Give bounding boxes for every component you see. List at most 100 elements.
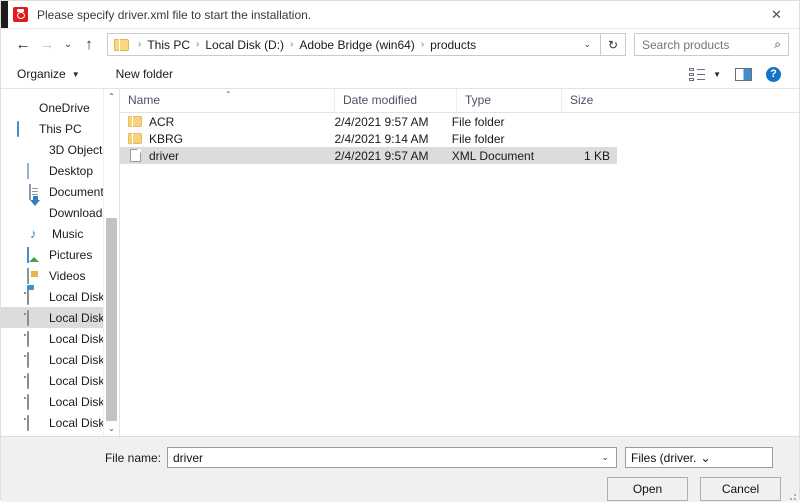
sidebar-item-this-pc[interactable]: This PC: [1, 118, 119, 139]
music-icon: ♪: [30, 225, 37, 241]
sidebar-item-downloads[interactable]: Downloads: [1, 199, 119, 223]
sidebar-item-onedrive[interactable]: OneDrive: [1, 97, 119, 118]
file-name-label: KBRG: [149, 131, 184, 146]
chevron-down-icon: ⌄: [700, 450, 711, 465]
breadcrumb-separator-2: ›: [290, 39, 294, 50]
command-bar-right: ▼ ?: [689, 66, 781, 82]
sidebar-item-local-disk-c[interactable]: Local Disk (C:): [1, 286, 119, 307]
filename-field[interactable]: ⌄: [167, 447, 617, 468]
table-row[interactable]: KBRG 2/4/2021 9:14 AM File folder: [120, 130, 617, 147]
breadcrumb-separator-0: ›: [138, 39, 142, 50]
sidebar-scrollbar[interactable]: ⌃ ⌄: [103, 89, 119, 436]
table-row[interactable]: driver 2/4/2021 9:57 AM XML Document 1 K…: [120, 147, 617, 164]
file-type-cell: XML Document: [451, 148, 535, 163]
breadcrumb-separator-1: ›: [196, 39, 200, 50]
command-bar: Organize ▼ New folder ▼ ?: [1, 60, 799, 89]
chevron-down-icon[interactable]: ⌄: [574, 39, 600, 50]
sidebar-item-label: Downloads: [49, 205, 109, 220]
refresh-icon[interactable]: ↻: [601, 33, 626, 56]
table-row[interactable]: ACR 2/4/2021 9:57 AM File folder: [120, 113, 617, 130]
folder-icon: [128, 133, 142, 144]
folder-icon: [114, 38, 129, 51]
file-name-label: driver: [149, 148, 180, 163]
sidebar-item-music[interactable]: ♪ Music: [1, 223, 119, 244]
scroll-up-icon[interactable]: ⌃: [104, 89, 119, 104]
sort-ascending-icon: ⌃: [225, 90, 232, 99]
help-icon[interactable]: ?: [766, 66, 781, 82]
sidebar-item-label: Music: [52, 226, 84, 241]
filename-label: File name:: [104, 450, 161, 465]
scroll-down-icon[interactable]: ⌄: [104, 421, 119, 436]
system-drive-icon: [27, 288, 43, 305]
breadcrumb-item-products[interactable]: products: [428, 38, 478, 52]
file-name-cell: driver: [120, 149, 326, 163]
file-name-cell: KBRG: [120, 132, 326, 146]
desktop-icon: [27, 162, 43, 179]
drive-icon: [27, 393, 43, 410]
column-header-date-modified[interactable]: Date modified: [335, 89, 457, 112]
search-box[interactable]: ⌕: [634, 33, 789, 56]
column-header-size[interactable]: Size: [562, 89, 637, 112]
sidebar-item-local-disk-e[interactable]: Local Disk (E:): [1, 328, 119, 349]
breadcrumb-separator-3: ›: [420, 39, 425, 50]
file-date-cell: 2/4/2021 9:57 AM: [334, 114, 429, 129]
organize-button[interactable]: Organize ▼: [17, 67, 80, 81]
file-open-dialog: Please specify driver.xml file to start …: [0, 0, 800, 502]
back-button[interactable]: ←: [11, 33, 35, 57]
breadcrumb[interactable]: › This PC › Local Disk (D:) › Adobe Brid…: [107, 33, 601, 56]
file-name-cell: ACR: [120, 115, 326, 129]
breadcrumb-item-adobe-bridge[interactable]: Adobe Bridge (win64): [297, 38, 416, 52]
resize-grip-icon[interactable]: [786, 490, 796, 500]
scrollbar-thumb[interactable]: [106, 218, 117, 421]
videos-icon: [27, 267, 43, 284]
sidebar-item-local-disk-d[interactable]: Local Disk (D:): [1, 307, 119, 328]
title-bar: Please specify driver.xml file to start …: [1, 1, 799, 29]
chevron-down-icon[interactable]: ⌄: [594, 452, 616, 463]
sidebar-item-3d-objects[interactable]: 3D Objects: [1, 139, 119, 160]
titlebar-left-edge: [1, 1, 8, 28]
dialog-title: Please specify driver.xml file to start …: [37, 7, 312, 22]
sidebar-item-local-disk-g[interactable]: Local Disk (G:): [1, 370, 119, 391]
drive-icon: [27, 309, 43, 326]
new-folder-button[interactable]: New folder: [116, 67, 173, 81]
breadcrumb-item-this-pc[interactable]: This PC: [145, 38, 192, 52]
view-options-icon[interactable]: [689, 67, 706, 81]
file-name-label: ACR: [149, 114, 175, 129]
drive-icon: [27, 372, 43, 389]
3d-objects-icon: [27, 143, 43, 157]
cancel-button[interactable]: Cancel: [700, 477, 781, 501]
sidebar-item-desktop[interactable]: Desktop: [1, 160, 119, 181]
column-headers: Name Date modified Type Size ⌃: [120, 89, 799, 113]
sidebar-item-local-disk-i[interactable]: Local Disk (I:): [1, 412, 119, 433]
file-type-cell: File folder: [451, 131, 505, 146]
chevron-down-icon[interactable]: ▼: [713, 70, 721, 79]
preview-pane-icon[interactable]: [735, 67, 752, 81]
navigation-pane: OneDrive This PC 3D Objects Desktop Docu…: [1, 89, 119, 436]
sidebar-item-videos[interactable]: Videos: [1, 265, 119, 286]
column-header-type[interactable]: Type: [457, 89, 562, 112]
sidebar-item-documents[interactable]: Documents: [1, 181, 119, 202]
sidebar-item-label: Documents: [49, 184, 110, 199]
close-icon[interactable]: ✕: [754, 1, 799, 28]
recent-locations-button[interactable]: ⌄: [59, 33, 77, 57]
dialog-buttons: Open Cancel: [1, 468, 799, 501]
folder-icon: [128, 116, 142, 127]
cloud-icon: [17, 101, 33, 115]
search-input[interactable]: [635, 36, 768, 53]
forward-button[interactable]: →: [35, 33, 59, 57]
up-button[interactable]: ↑: [77, 33, 101, 57]
open-button[interactable]: Open: [607, 477, 688, 501]
file-type-filter-dropdown[interactable]: Files (driver.xml) ⌄: [625, 447, 773, 468]
chevron-down-icon: ▼: [71, 69, 80, 79]
sidebar-item-label: Desktop: [49, 163, 94, 178]
file-date-cell: 2/4/2021 9:14 AM: [334, 131, 429, 146]
sidebar-item-local-disk-h[interactable]: Local Disk (H:): [1, 391, 119, 412]
drive-icon: [27, 330, 43, 347]
sidebar-item-pictures[interactable]: Pictures: [1, 244, 119, 265]
pc-icon: [17, 120, 33, 137]
sidebar-item-local-disk-f[interactable]: Local Disk (F:): [1, 349, 119, 370]
drive-icon: [27, 414, 43, 431]
filename-input[interactable]: [168, 449, 595, 466]
breadcrumb-item-local-disk-d[interactable]: Local Disk (D:): [203, 38, 286, 52]
adobe-app-icon: [13, 7, 28, 22]
